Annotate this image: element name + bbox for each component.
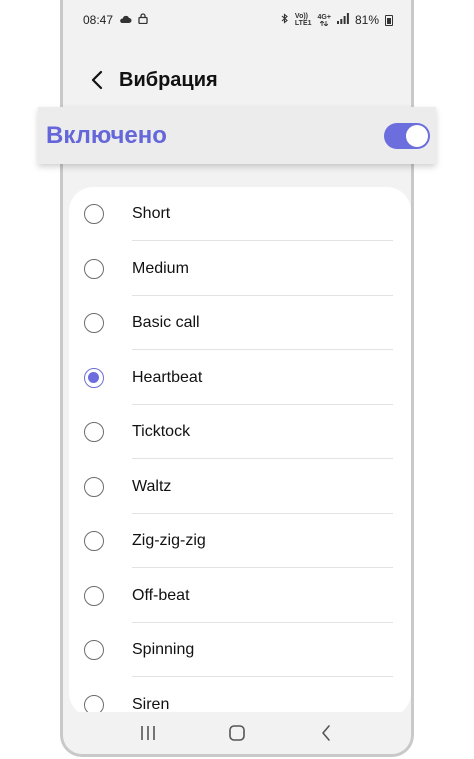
network-type: 4G+ bbox=[318, 14, 331, 26]
list-item-label: Off-beat bbox=[132, 587, 190, 604]
back-button[interactable] bbox=[85, 68, 109, 92]
lock-icon bbox=[138, 13, 148, 27]
list-item-label: Medium bbox=[132, 260, 189, 277]
list-item-label: Heartbeat bbox=[132, 369, 203, 386]
vibration-toggle-row[interactable]: Включено bbox=[38, 107, 436, 164]
status-bar: 08:47 Vo)) LTE1 4G+ 81% bbox=[63, 8, 411, 32]
divider bbox=[132, 240, 393, 241]
recents-button[interactable] bbox=[133, 718, 163, 748]
vibration-pattern-list: Short Medium Basic call Heartbeat Tickto… bbox=[69, 187, 411, 717]
recents-icon bbox=[140, 726, 155, 740]
list-item-basic-call[interactable]: Basic call bbox=[69, 296, 411, 350]
status-left: 08:47 bbox=[83, 13, 148, 27]
nav-back-button[interactable] bbox=[311, 718, 341, 748]
data-arrows-icon bbox=[320, 21, 329, 26]
volte-indicator: Vo)) LTE1 bbox=[294, 13, 312, 27]
battery-percent: 81% bbox=[354, 13, 379, 27]
radio-button[interactable] bbox=[84, 259, 104, 279]
list-item-off-beat[interactable]: Off-beat bbox=[69, 569, 411, 623]
radio-button[interactable] bbox=[84, 313, 104, 333]
home-icon bbox=[229, 725, 245, 741]
radio-button[interactable] bbox=[84, 586, 104, 606]
signal-icon bbox=[336, 13, 349, 27]
list-item-spinning[interactable]: Spinning bbox=[69, 623, 411, 677]
page-title: Вибрация bbox=[119, 68, 218, 91]
divider bbox=[132, 349, 393, 350]
list-item-waltz[interactable]: Waltz bbox=[69, 460, 411, 514]
battery-icon bbox=[385, 14, 393, 26]
radio-button[interactable] bbox=[84, 640, 104, 660]
back-icon bbox=[322, 725, 331, 741]
list-item-zig-zig-zig[interactable]: Zig-zig-zig bbox=[69, 514, 411, 568]
list-item-label: Short bbox=[132, 205, 171, 222]
list-item-label: Ticktock bbox=[132, 423, 191, 440]
page-header: Вибрация bbox=[63, 60, 411, 100]
radio-button-selected[interactable] bbox=[84, 368, 104, 388]
list-item-short[interactable]: Short bbox=[69, 187, 411, 241]
list-item-label: Zig-zig-zig bbox=[132, 532, 206, 549]
vibration-switch[interactable] bbox=[384, 122, 430, 149]
bluetooth-icon bbox=[281, 13, 289, 27]
cloud-icon bbox=[119, 14, 132, 27]
list-item-heartbeat[interactable]: Heartbeat bbox=[69, 351, 411, 405]
list-item-ticktock[interactable]: Ticktock bbox=[69, 405, 411, 459]
toggle-label: Включено bbox=[46, 121, 167, 149]
radio-button[interactable] bbox=[84, 477, 104, 497]
divider bbox=[132, 567, 393, 568]
list-item-label: Basic call bbox=[132, 314, 200, 331]
home-button[interactable] bbox=[222, 718, 252, 748]
chevron-left-icon bbox=[91, 70, 103, 90]
navigation-bar bbox=[63, 712, 411, 754]
divider bbox=[132, 676, 393, 677]
radio-button[interactable] bbox=[84, 204, 104, 224]
radio-button[interactable] bbox=[84, 422, 104, 442]
list-item-label: Spinning bbox=[132, 641, 195, 658]
divider bbox=[132, 458, 393, 459]
switch-knob bbox=[406, 124, 428, 147]
list-item-label: Waltz bbox=[132, 478, 172, 495]
status-right: Vo)) LTE1 4G+ 81% bbox=[281, 13, 393, 27]
radio-button[interactable] bbox=[84, 531, 104, 551]
status-time: 08:47 bbox=[83, 13, 114, 27]
list-item-medium[interactable]: Medium bbox=[69, 242, 411, 296]
